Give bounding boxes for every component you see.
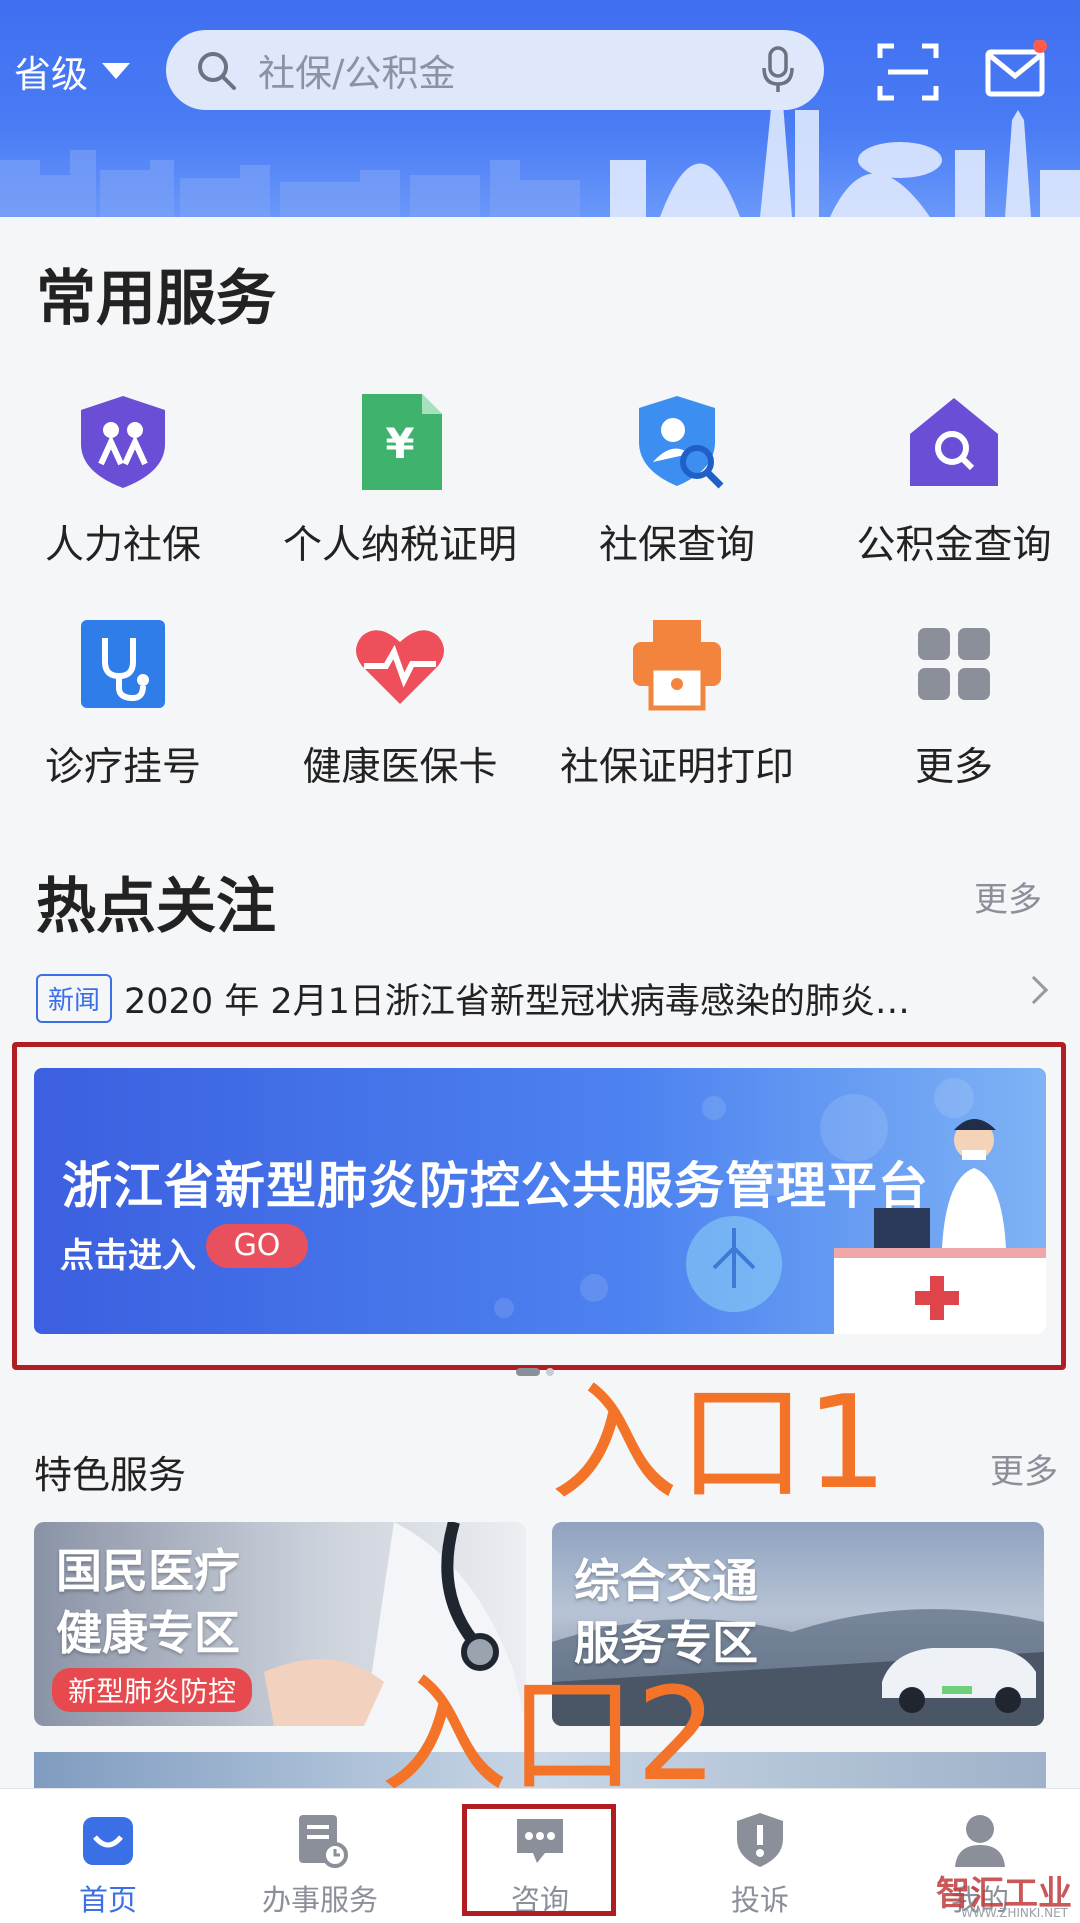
- printer-icon: [633, 620, 721, 711]
- search-placeholder: 社保/公积金: [258, 52, 456, 95]
- search-icon: [198, 52, 236, 90]
- heart-pulse-icon: [356, 630, 444, 704]
- entry2-annotation: 入口2: [380, 1661, 718, 1810]
- service-item-social-query[interactable]: 社保查询: [542, 392, 812, 570]
- header: 省级 社保/公积金: [0, 0, 1080, 217]
- service-label: 社保证明打印: [559, 745, 794, 790]
- nav-label: 办事服务: [261, 1883, 378, 1917]
- mail-icon[interactable]: [984, 40, 1048, 104]
- stethoscope-icon: [81, 620, 165, 708]
- user-search-icon: [639, 396, 724, 489]
- nav-services[interactable]: 办事服务: [212, 1789, 428, 1923]
- service-doc-icon: [299, 1815, 348, 1868]
- service-item-health-card[interactable]: 健康医保卡: [265, 614, 535, 792]
- service-item-more[interactable]: 更多: [819, 614, 1080, 792]
- service-label: 个人纳税证明: [282, 523, 517, 568]
- svg-text:¥: ¥: [385, 419, 414, 468]
- service-label: 社保查询: [598, 523, 755, 568]
- complaint-shield-icon: [737, 1813, 783, 1867]
- featured-services-title: 特色服务: [34, 1453, 187, 1497]
- house-search-icon: [910, 398, 998, 486]
- service-item-tax-proof[interactable]: ¥ 个人纳税证明: [265, 392, 535, 570]
- service-label: 公积金查询: [856, 523, 1052, 568]
- entry1-annotation: 入口1: [550, 1369, 888, 1518]
- province-selector[interactable]: 省级: [14, 44, 130, 98]
- home-icon: [83, 1817, 133, 1865]
- service-item-certificate-print[interactable]: 社保证明打印: [542, 614, 812, 792]
- nav-label: 首页: [78, 1883, 137, 1917]
- nav-label: 投诉: [730, 1883, 789, 1917]
- scan-icon[interactable]: [876, 40, 940, 104]
- hot-topics-more-link[interactable]: 更多: [974, 872, 1042, 921]
- featured-services-more-link[interactable]: 更多: [990, 1444, 1058, 1493]
- service-item-clinic-register[interactable]: 诊疗挂号: [0, 614, 258, 792]
- service-label: 健康医保卡: [302, 745, 498, 790]
- service-label: 更多: [914, 745, 993, 790]
- card-tag: 新型肺炎防控: [52, 1668, 253, 1712]
- service-label: 诊疗挂号: [44, 745, 201, 790]
- watermark-url: WWW.ZHINKI.NET: [961, 1906, 1068, 1920]
- news-ticker[interactable]: 新闻 2020 年 2月1日浙江省新型冠状病毒感染的肺炎…: [36, 970, 1056, 1026]
- service-label: 人力社保: [44, 523, 201, 568]
- tax-document-icon: ¥: [362, 394, 442, 490]
- social-security-shield-icon: [81, 396, 165, 488]
- hot-topics-title: 热点关注: [36, 872, 276, 942]
- carousel-dot-active: [516, 1368, 540, 1376]
- entry1-highlight-box: [12, 1042, 1066, 1370]
- search-bar[interactable]: 社保/公积金: [166, 30, 824, 110]
- card-title-line1: 国民医疗: [56, 1544, 240, 1598]
- mic-icon[interactable]: [760, 46, 796, 94]
- chevron-down-icon: [102, 63, 130, 79]
- entry2-highlight-box: [462, 1804, 616, 1916]
- nav-complaint[interactable]: 投诉: [652, 1789, 868, 1923]
- province-label: 省级: [14, 53, 88, 96]
- chevron-right-icon: [1019, 975, 1049, 1005]
- carousel-indicator: [516, 1368, 554, 1376]
- profile-icon: [955, 1815, 1005, 1867]
- service-item-fund-query[interactable]: 公积金查询: [819, 392, 1080, 570]
- card-title-line2: 健康专区: [56, 1606, 240, 1660]
- grid-icon: [918, 628, 990, 700]
- news-headline: 2020 年 2月1日浙江省新型冠状病毒感染的肺炎…: [124, 981, 910, 1022]
- card-title-line1: 综合交通: [574, 1554, 758, 1608]
- app-screen: 省级 社保/公积金 常用服务 人力社保 ¥ 个人纳税证明 社保查询 公积金查询 …: [0, 0, 1080, 1923]
- common-services-title: 常用服务: [36, 264, 276, 334]
- news-badge: 新闻: [36, 973, 113, 1023]
- nav-home[interactable]: 首页: [0, 1789, 216, 1923]
- service-item-hr-social[interactable]: 人力社保: [0, 392, 258, 570]
